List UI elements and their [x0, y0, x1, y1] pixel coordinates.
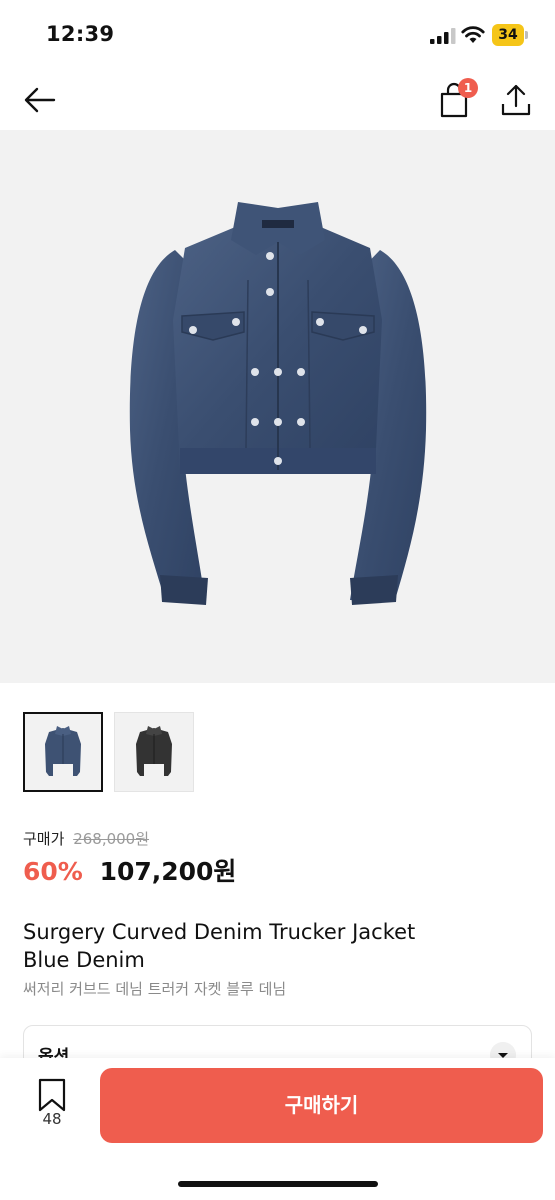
status-bar: 12:39 34	[0, 0, 555, 70]
discount-rate: 60%	[23, 857, 83, 886]
battery-level: 34	[498, 27, 518, 43]
product-title-line2: Blue Denim	[23, 948, 145, 972]
product-title-line1: Surgery Curved Denim Trucker Jacket	[23, 920, 416, 944]
product-title-korean: 써저리 커브드 데님 트러커 자켓 블루 데님	[23, 980, 287, 998]
cart-count-badge: 1	[458, 78, 478, 98]
blue-jacket-thumb-icon	[45, 726, 81, 776]
price-label-row: 구매가 268,000원	[23, 828, 149, 849]
wifi-icon	[461, 26, 485, 43]
product-title: Surgery Curved Denim Trucker Jacket Blue…	[23, 918, 533, 974]
battery-icon: 34	[492, 24, 528, 46]
denim-jacket-illustration	[129, 202, 427, 605]
price-row: 60% 107,200원	[23, 852, 236, 888]
cellular-signal-icon	[430, 28, 456, 44]
thumbnail-black-denim[interactable]	[114, 712, 194, 792]
bookmark-count: 48	[42, 1110, 62, 1128]
buy-button[interactable]: 구매하기	[100, 1068, 543, 1143]
price-label: 구매가	[23, 830, 65, 848]
sale-price: 107,200원	[99, 857, 237, 886]
arrow-left-icon[interactable]	[20, 80, 60, 120]
black-jacket-thumb-icon	[136, 726, 172, 776]
product-image[interactable]	[0, 130, 555, 683]
home-indicator	[178, 1181, 378, 1187]
thumbnail-blue-denim[interactable]	[23, 712, 103, 792]
original-price: 268,000원	[73, 830, 150, 848]
status-time: 12:39	[46, 22, 115, 46]
share-icon[interactable]	[496, 78, 536, 122]
